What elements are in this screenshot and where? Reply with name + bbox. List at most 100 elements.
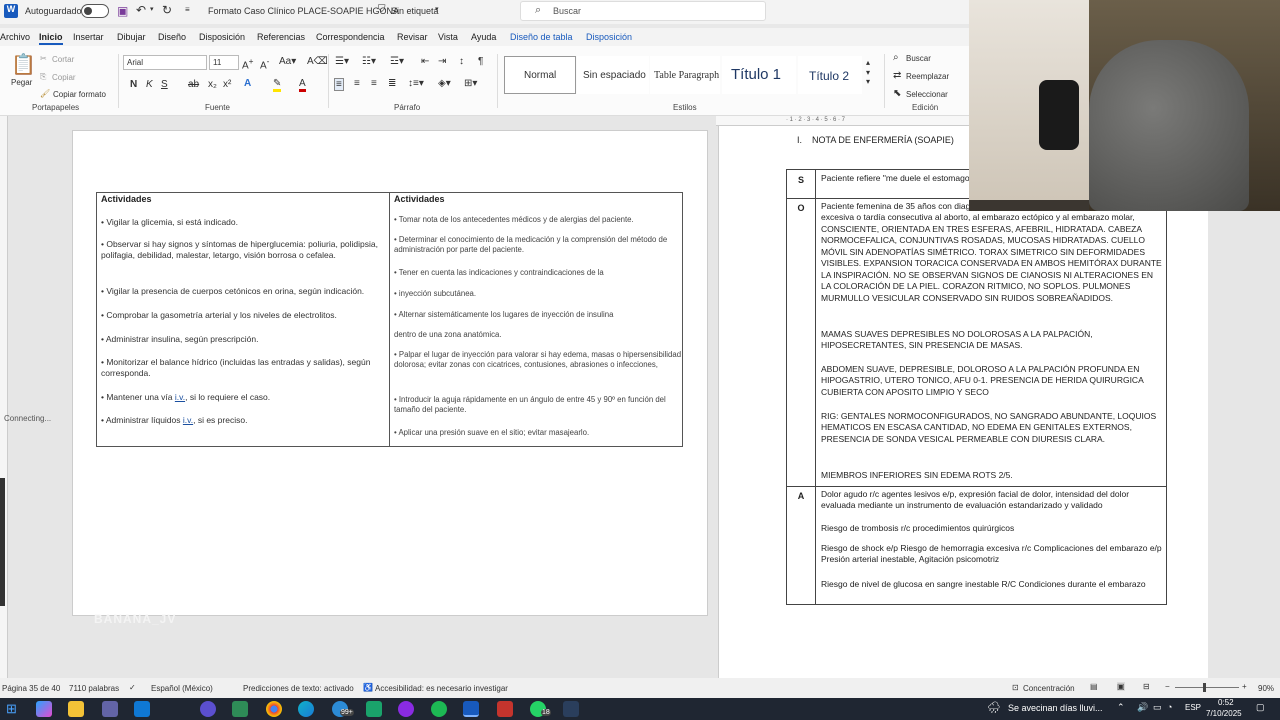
file-explorer-icon[interactable] [68, 701, 84, 717]
superscript-icon[interactable]: x² [223, 79, 231, 90]
replace-button[interactable]: Reemplazar [906, 72, 949, 81]
app-icon[interactable] [232, 701, 248, 717]
volume-icon[interactable]: 🔊 [1137, 702, 1148, 713]
clear-format-icon[interactable]: A⌫ [307, 56, 328, 67]
print-layout-icon[interactable]: ▣ [1117, 682, 1125, 691]
style-normal[interactable]: Normal [504, 56, 576, 94]
edge-icon[interactable] [298, 701, 314, 717]
battery-icon[interactable]: ▭ [1153, 702, 1162, 713]
subscript-icon[interactable]: x₂ [208, 79, 217, 90]
decrease-indent-icon[interactable]: ⇤ [421, 56, 429, 67]
align-right-icon[interactable]: ≡ [371, 78, 377, 89]
find-button[interactable]: Buscar [906, 54, 931, 63]
word-logo-icon[interactable]: W [4, 4, 18, 18]
clock-time[interactable]: 0:52 [1218, 698, 1234, 707]
tab-archivo[interactable]: Archivo [0, 32, 30, 42]
italic-icon[interactable]: K [146, 79, 153, 90]
font-name-select[interactable]: Arial [123, 55, 207, 70]
strikethrough-icon[interactable]: ab [188, 79, 199, 90]
save-icon[interactable]: ▣ [117, 4, 128, 18]
highlight-icon[interactable]: ✎ [273, 78, 282, 92]
language[interactable]: Español (México) [151, 684, 213, 693]
numbering-icon[interactable]: ☷▾ [362, 56, 376, 67]
zoom-slider-handle[interactable] [1203, 683, 1206, 692]
web-layout-icon[interactable]: ⊟ [1143, 682, 1150, 691]
paste-icon[interactable]: 📋 [11, 52, 36, 77]
copy-button[interactable]: Copiar [52, 73, 76, 82]
undo-dropdown-icon[interactable]: ▾ [150, 5, 154, 13]
copilot-icon[interactable] [36, 701, 52, 717]
read-mode-icon[interactable]: ▤ [1090, 682, 1098, 691]
tab-diseno[interactable]: Diseño [158, 32, 186, 42]
zoom-level[interactable]: 90% [1258, 684, 1274, 693]
paste-button[interactable]: Pegar [11, 78, 32, 87]
customize-toolbar-icon[interactable]: ≡ [185, 5, 190, 14]
word-count[interactable]: 7110 palabras [69, 684, 119, 693]
autosave-toggle[interactable] [81, 4, 109, 18]
cut-button[interactable]: Cortar [52, 55, 74, 64]
increase-indent-icon[interactable]: ⇥ [438, 56, 446, 67]
left-scrollbar[interactable] [0, 478, 5, 606]
style-table-paragraph[interactable]: Table Paragraph [650, 56, 720, 94]
text-effects-icon[interactable]: A [244, 78, 251, 89]
tab-dibujar[interactable]: Dibujar [117, 32, 146, 42]
bullets-icon[interactable]: ☰▾ [335, 56, 349, 67]
spellcheck-icon[interactable]: ✓ [129, 683, 136, 692]
tab-disposicion-tabla[interactable]: Disposición [586, 32, 632, 42]
redo-icon[interactable]: ↻ [162, 3, 172, 17]
clock-date[interactable]: 7/10/2025 [1206, 709, 1242, 718]
tab-referencias[interactable]: Referencias [257, 32, 305, 42]
underline-icon[interactable]: S [161, 79, 168, 90]
sensitivity-label[interactable]: Sin etiqueta [391, 6, 439, 16]
change-case-icon[interactable]: Aa▾ [279, 56, 296, 67]
tab-correspondencia[interactable]: Correspondencia [316, 32, 385, 42]
grow-font-icon[interactable]: A+ [242, 56, 254, 71]
undo-icon[interactable]: ↶ [136, 3, 146, 17]
styles-more-icon[interactable]: ▴ ▾ ▾ [866, 58, 870, 87]
select-button[interactable]: Seleccionar [906, 90, 948, 99]
shrink-font-icon[interactable]: A- [260, 56, 269, 71]
zoom-out-icon[interactable]: − [1165, 682, 1170, 691]
zoom-slider[interactable] [1175, 687, 1239, 688]
tab-disposicion[interactable]: Disposición [199, 32, 245, 42]
windows-start-icon[interactable]: ⊞ [6, 701, 17, 717]
vpn-icon[interactable] [200, 701, 216, 717]
focus-mode[interactable]: Concentración [1023, 684, 1075, 693]
outlook-icon[interactable] [134, 701, 150, 717]
teams-icon[interactable] [102, 701, 118, 717]
tab-revisar[interactable]: Revisar [397, 32, 428, 42]
weather-text[interactable]: Se avecinan días lluvi... [1008, 703, 1103, 713]
chevron-up-icon[interactable]: ⌃ [1117, 702, 1125, 713]
network-icon[interactable]: ◔ [1167, 702, 1172, 712]
line-spacing-icon[interactable]: ↕≡▾ [408, 78, 424, 89]
multilevel-list-icon[interactable]: ☲▾ [390, 56, 404, 67]
search-box[interactable]: ⌕ Buscar [520, 1, 766, 21]
style-titulo-1[interactable]: Título 1 [722, 56, 796, 94]
style-sin-espaciado[interactable]: Sin espaciado [577, 56, 649, 94]
borders-icon[interactable]: ⊞▾ [464, 78, 477, 89]
tab-inicio[interactable]: Inicio [39, 32, 63, 45]
sort-icon[interactable]: ↕ [459, 56, 464, 67]
zoom-in-icon[interactable]: + [1242, 682, 1247, 691]
tab-insertar[interactable]: Insertar [73, 32, 104, 42]
page-count[interactable]: Página 35 de 40 [2, 684, 60, 693]
tab-diseno-tabla[interactable]: Diseño de tabla [510, 32, 573, 42]
app-icon[interactable] [563, 701, 579, 717]
bold-icon[interactable]: N [130, 79, 137, 90]
format-painter-button[interactable]: Copiar formato [53, 90, 106, 99]
text-predictions[interactable]: Predicciones de texto: activado [243, 684, 354, 693]
language-indicator[interactable]: ESP [1185, 703, 1201, 712]
tab-vista[interactable]: Vista [438, 32, 458, 42]
app-icon[interactable] [366, 701, 382, 717]
app-icon[interactable] [497, 701, 513, 717]
tab-ayuda[interactable]: Ayuda [471, 32, 496, 42]
word-taskbar-icon[interactable] [463, 701, 479, 717]
chevron-down-icon[interactable]: ▾ [435, 5, 439, 13]
font-color-icon[interactable]: A [299, 78, 306, 92]
align-center-icon[interactable]: ≡ [354, 78, 360, 89]
chrome-icon[interactable] [266, 701, 282, 717]
shading-icon[interactable]: ◈▾ [438, 78, 451, 89]
font-size-select[interactable]: 11 [209, 55, 239, 70]
notification-icon[interactable]: ▢ [1256, 702, 1265, 713]
style-titulo-2[interactable]: Título 2 [798, 56, 862, 94]
